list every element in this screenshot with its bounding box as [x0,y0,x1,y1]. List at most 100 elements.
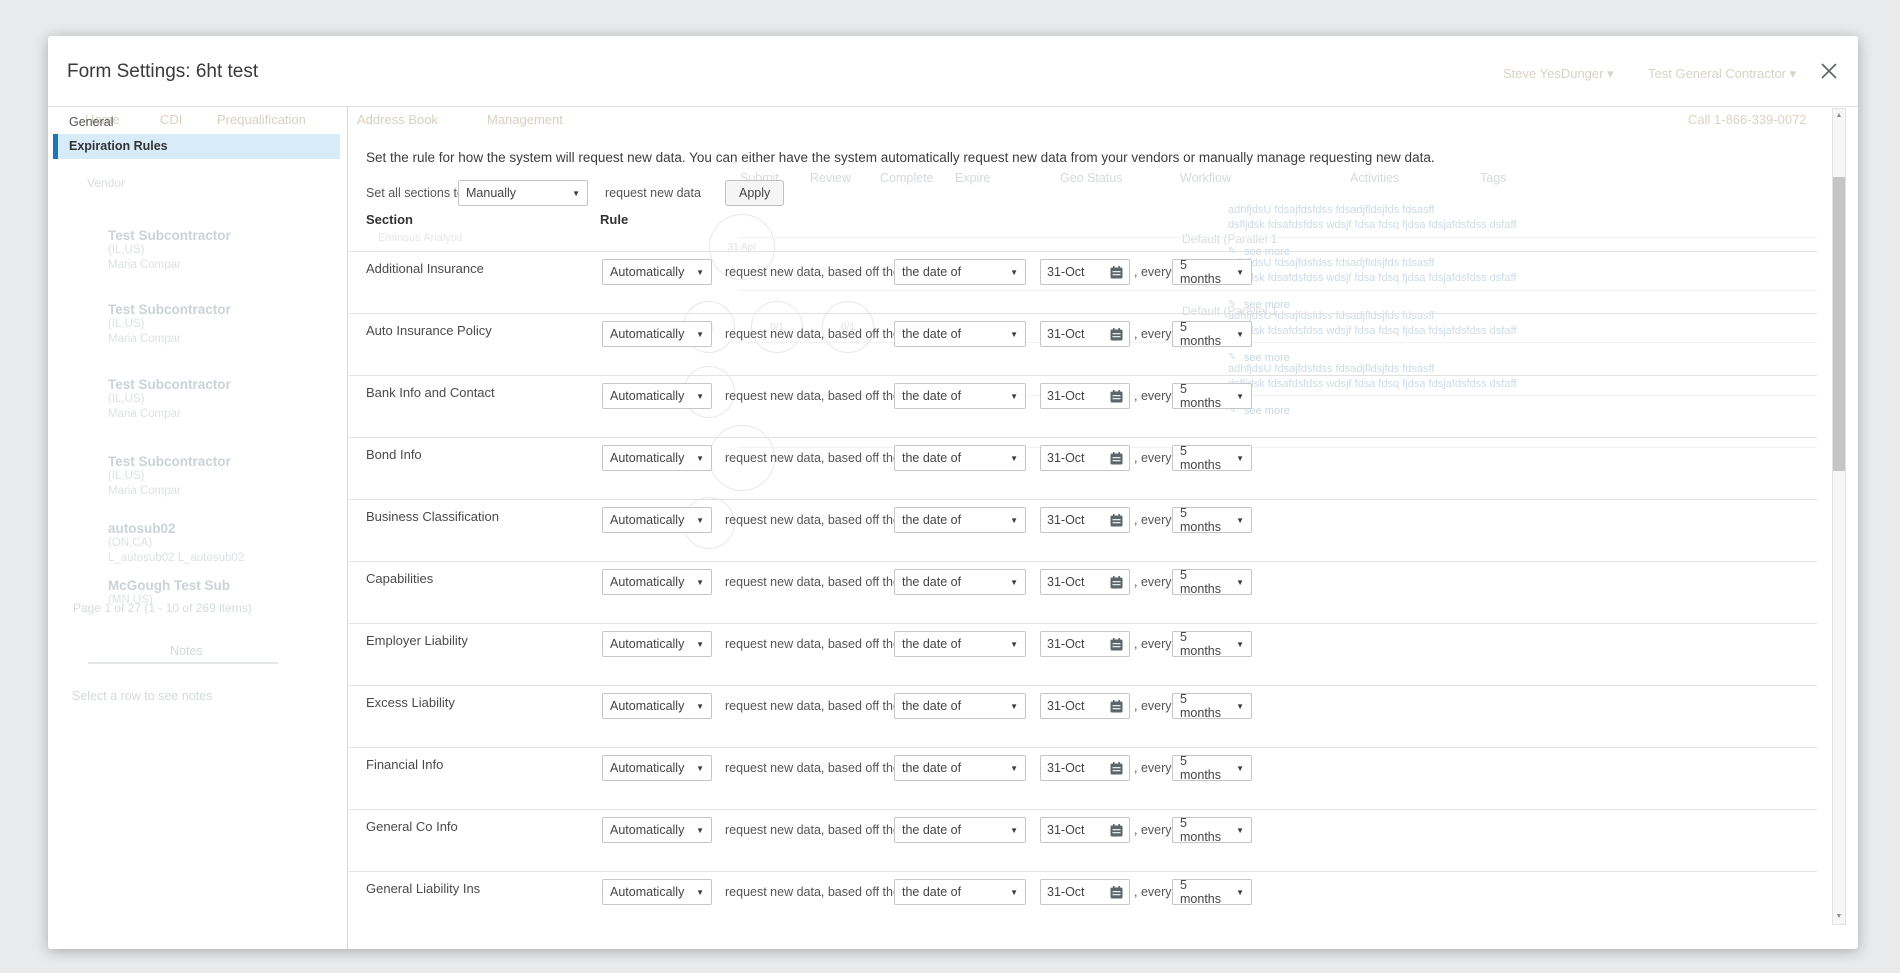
scroll-up-arrow-icon[interactable]: ▲ [1833,109,1845,123]
scroll-down-arrow-icon[interactable]: ▼ [1833,910,1845,924]
rule-basis-value: the date of [902,265,961,279]
rule-mode-dropdown[interactable]: Automatically ▼ [602,817,712,843]
chevron-down-icon: ▼ [1004,516,1018,525]
rule-mode-dropdown[interactable]: Automatically ▼ [602,383,712,409]
section-name: Bank Info and Contact [366,385,495,400]
rule-mode-dropdown[interactable]: Automatically ▼ [602,259,712,285]
rule-date-input[interactable]: 31-Oct [1040,445,1130,471]
rule-basis-dropdown[interactable]: the date of ▼ [894,693,1026,719]
chevron-down-icon: ▼ [690,702,704,711]
rule-basis-dropdown[interactable]: the date of ▼ [894,321,1026,347]
rule-basis-dropdown[interactable]: the date of ▼ [894,259,1026,285]
calendar-icon [1110,762,1123,775]
rule-interval-dropdown[interactable]: 5 months ▼ [1172,693,1252,719]
rule-date-input[interactable]: 31-Oct [1040,507,1130,533]
rule-mode-value: Automatically [610,327,684,341]
rule-mid-text: request new data, based off the [725,265,900,279]
rule-date-input[interactable]: 31-Oct [1040,259,1130,285]
chevron-down-icon: ▼ [1230,330,1244,339]
rule-date-input[interactable]: 31-Oct [1040,879,1130,905]
calendar-icon [1110,824,1123,837]
rule-basis-dropdown[interactable]: the date of ▼ [894,383,1026,409]
rule-interval-dropdown[interactable]: 5 months ▼ [1172,755,1252,781]
rule-mode-dropdown[interactable]: Automatically ▼ [602,569,712,595]
rule-date-value: 31-Oct [1047,637,1085,651]
rule-date-input[interactable]: 31-Oct [1040,383,1130,409]
rule-every-text: , every [1134,389,1172,403]
rule-interval-dropdown[interactable]: 5 months ▼ [1172,507,1252,533]
rule-basis-dropdown[interactable]: the date of ▼ [894,755,1026,781]
rule-basis-value: the date of [902,451,961,465]
rule-interval-value: 5 months [1180,568,1230,596]
bulk-mode-dropdown[interactable]: Manually ▼ [458,180,588,206]
rule-basis-dropdown[interactable]: the date of ▼ [894,445,1026,471]
rule-date-input[interactable]: 31-Oct [1040,817,1130,843]
rule-interval-value: 5 months [1180,444,1230,472]
chevron-down-icon: ▼ [1004,578,1018,587]
sidebar-tab-general[interactable]: General [48,111,340,134]
rule-interval-dropdown[interactable]: 5 months ▼ [1172,569,1252,595]
chevron-down-icon: ▼ [690,516,704,525]
rule-date-input[interactable]: 31-Oct [1040,569,1130,595]
rule-mode-dropdown[interactable]: Automatically ▼ [602,445,712,471]
rule-basis-dropdown[interactable]: the date of ▼ [894,879,1026,905]
rule-mid-text: request new data, based off the [725,823,900,837]
rule-interval-dropdown[interactable]: 5 months ▼ [1172,817,1252,843]
rule-basis-dropdown[interactable]: the date of ▼ [894,507,1026,533]
rule-mode-dropdown[interactable]: Automatically ▼ [602,755,712,781]
chevron-down-icon: ▼ [1004,826,1018,835]
rule-date-input[interactable]: 31-Oct [1040,631,1130,657]
rule-every-text: , every [1134,327,1172,341]
chevron-down-icon: ▼ [1230,392,1244,401]
rule-mode-dropdown[interactable]: Automatically ▼ [602,693,712,719]
section-name: Financial Info [366,757,443,772]
rule-date-input[interactable]: 31-Oct [1040,755,1130,781]
apply-button[interactable]: Apply [725,180,784,206]
chevron-down-icon: ▼ [1004,454,1018,463]
modal-header: Form Settings: 6ht test [48,36,1858,107]
rule-interval-dropdown[interactable]: 5 months ▼ [1172,383,1252,409]
rule-mode-dropdown[interactable]: Automatically ▼ [602,321,712,347]
rule-interval-dropdown[interactable]: 5 months ▼ [1172,321,1252,347]
rule-every-text: , every [1134,575,1172,589]
section-name: Auto Insurance Policy [366,323,492,338]
chevron-down-icon: ▼ [690,454,704,463]
rule-basis-value: the date of [902,513,961,527]
chevron-down-icon: ▼ [1230,702,1244,711]
rule-mode-value: Automatically [610,575,684,589]
rule-basis-dropdown[interactable]: the date of ▼ [894,569,1026,595]
vertical-scrollbar[interactable]: ▲ ▼ [1832,108,1846,925]
rule-date-input[interactable]: 31-Oct [1040,693,1130,719]
rule-interval-value: 5 months [1180,878,1230,906]
close-button[interactable] [1814,56,1844,86]
section-name: Excess Liability [366,695,455,710]
chevron-down-icon: ▼ [1004,702,1018,711]
rule-date-value: 31-Oct [1047,265,1085,279]
section-column-header: Section [366,212,413,227]
expiration-rule-row: Financial Info Automatically ▼ request n… [349,747,1817,809]
chevron-down-icon: ▼ [690,764,704,773]
rule-date-value: 31-Oct [1047,761,1085,775]
rule-interval-dropdown[interactable]: 5 months ▼ [1172,631,1252,657]
sidebar-tab-expiration-rules[interactable]: Expiration Rules [53,134,340,159]
scrollbar-thumb[interactable] [1833,177,1845,471]
rule-basis-dropdown[interactable]: the date of ▼ [894,817,1026,843]
rule-interval-dropdown[interactable]: 5 months ▼ [1172,259,1252,285]
chevron-down-icon: ▼ [1230,640,1244,649]
calendar-icon [1110,638,1123,651]
rule-mode-dropdown[interactable]: Automatically ▼ [602,631,712,657]
expiration-rule-row: Business Classification Automatically ▼ … [349,499,1817,561]
chevron-down-icon: ▼ [690,392,704,401]
chevron-down-icon: ▼ [1004,764,1018,773]
rule-date-input[interactable]: 31-Oct [1040,321,1130,347]
rule-interval-dropdown[interactable]: 5 months ▼ [1172,445,1252,471]
rule-column-header: Rule [600,212,628,227]
rule-interval-value: 5 months [1180,258,1230,286]
rule-mode-value: Automatically [610,823,684,837]
rule-mode-value: Automatically [610,885,684,899]
rule-mode-dropdown[interactable]: Automatically ▼ [602,507,712,533]
rule-interval-dropdown[interactable]: 5 months ▼ [1172,879,1252,905]
rule-mode-dropdown[interactable]: Automatically ▼ [602,879,712,905]
rule-basis-dropdown[interactable]: the date of ▼ [894,631,1026,657]
rule-every-text: , every [1134,885,1172,899]
